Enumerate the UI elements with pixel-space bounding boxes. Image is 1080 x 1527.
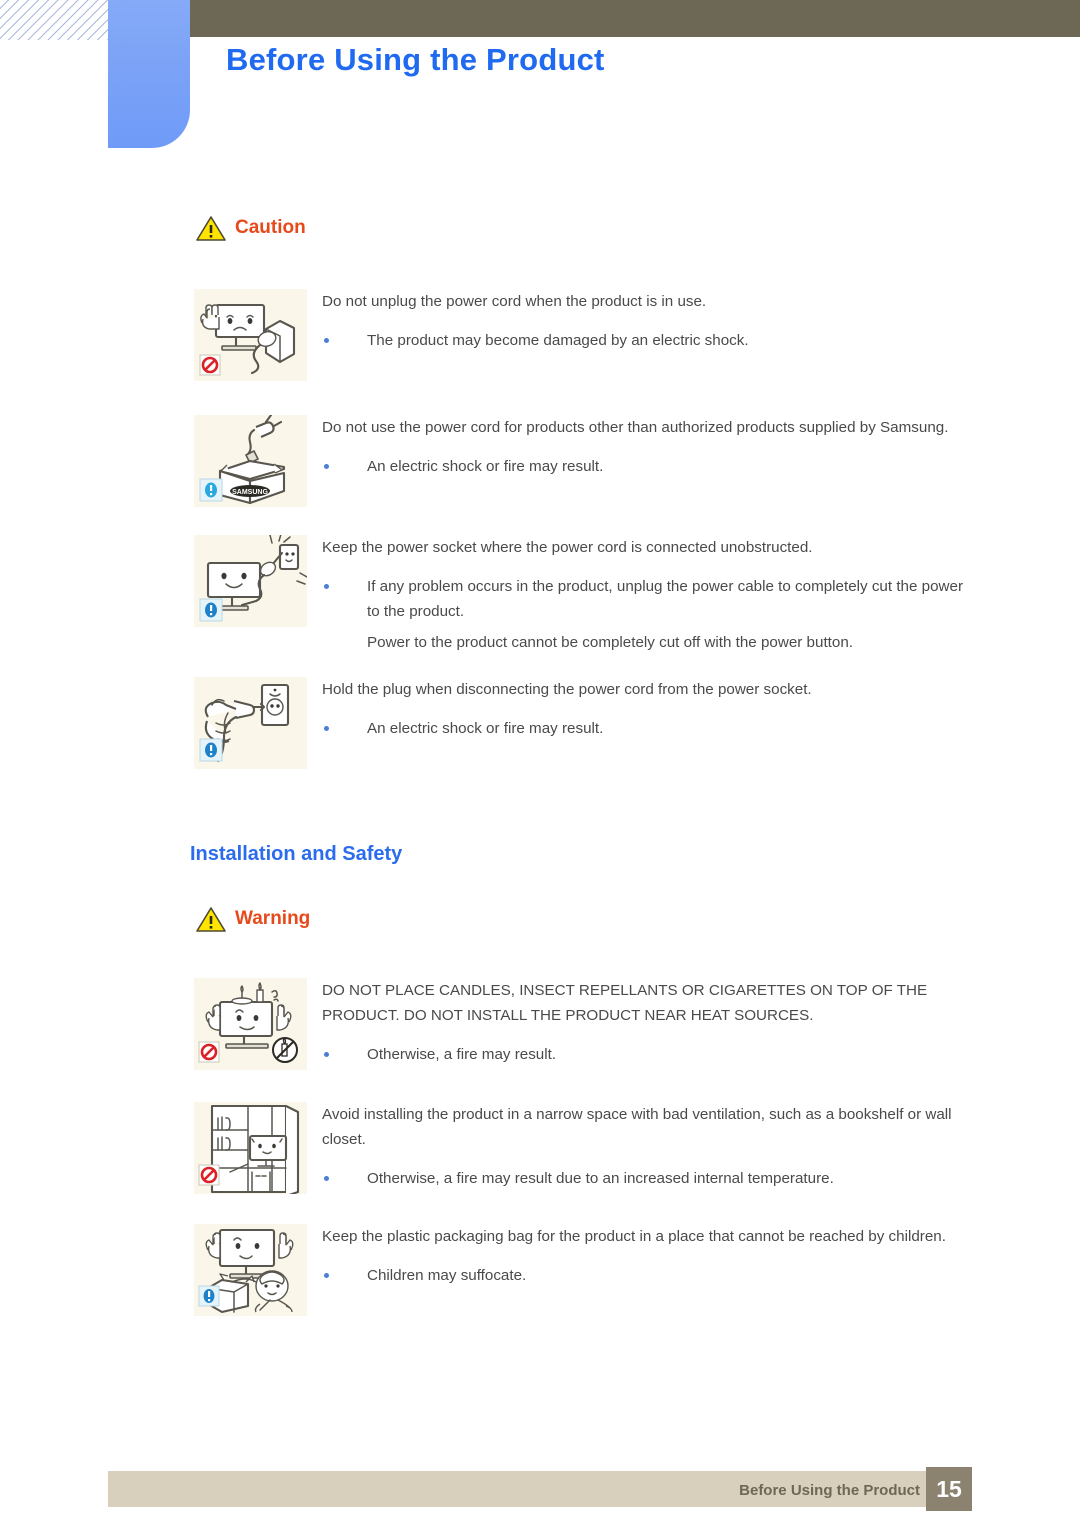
safety-item-lead: DO NOT PLACE CANDLES, INSECT REPELLANTS …	[322, 982, 928, 1024]
header-olive-bar	[190, 0, 1080, 37]
plastic-bag-child-icon	[194, 1224, 307, 1316]
safety-item: SAMSUNG Do not use the power cord for pr…	[0, 415, 1080, 515]
safety-item-body: Keep the power socket where the power co…	[322, 535, 1080, 655]
safety-item: DO NOT PLACE CANDLES, INSECT REPELLANTS …	[0, 978, 1080, 1078]
safety-item: Keep the plastic packaging bag for the p…	[0, 1224, 1080, 1324]
monitor-in-bookshelf-prohibited-icon	[194, 1102, 307, 1194]
safety-item: Do not unplug the power cord when the pr…	[0, 289, 1080, 389]
safety-item-bullet: If any problem occurs in the product, un…	[322, 574, 970, 624]
header-hatch-pattern	[0, 0, 108, 40]
safety-item-lead: Do not use the power cord for products o…	[322, 419, 949, 436]
safety-item-body: DO NOT PLACE CANDLES, INSECT REPELLANTS …	[322, 978, 1080, 1067]
header-blue-tab	[108, 0, 190, 148]
safety-item: Keep the power socket where the power co…	[0, 535, 1080, 655]
safety-item: Hold the plug when disconnecting the pow…	[0, 677, 1080, 777]
bullet-text: Otherwise, a fire may result due to an i…	[367, 1170, 834, 1187]
footer-page-number: 15	[926, 1467, 972, 1511]
caution-heading: Caution	[196, 215, 1080, 241]
safety-item-body: Avoid installing the product in a narrow…	[322, 1102, 1080, 1191]
page-title: Before Using the Product	[226, 42, 605, 77]
bullet-text: An electric shock or fire may result.	[367, 720, 604, 737]
bullet-text: If any problem occurs in the product, un…	[367, 578, 964, 620]
hand-holding-plug-icon	[194, 677, 307, 769]
safety-item-lead: Avoid installing the product in a narrow…	[322, 1106, 952, 1148]
caution-label: Caution	[235, 217, 306, 238]
safety-item-body: Keep the plastic packaging bag for the p…	[322, 1224, 1080, 1288]
warning-heading: Warning	[196, 906, 1080, 932]
safety-item-body: Do not use the power cord for products o…	[322, 415, 1080, 479]
safety-item-bullet: Otherwise, a fire may result due to an i…	[322, 1166, 970, 1191]
bullet-dot	[324, 584, 329, 589]
safety-item-note: Power to the product cannot be completel…	[367, 634, 854, 651]
safety-item-body: Hold the plug when disconnecting the pow…	[322, 677, 1080, 741]
plug-samsung-box-icon: SAMSUNG	[194, 415, 307, 507]
safety-item-lead: Do not unplug the power cord when the pr…	[322, 293, 707, 310]
warning-triangle-icon	[196, 907, 226, 932]
safety-item-bullet: An electric shock or fire may result.	[322, 454, 970, 479]
footer-label: Before Using the Product	[739, 1482, 920, 1499]
bullet-dot	[324, 726, 329, 731]
safety-item-lead: Keep the power socket where the power co…	[322, 539, 813, 556]
monitor-unplug-prohibited-icon	[194, 289, 307, 381]
safety-item-bullet: An electric shock or fire may result.	[322, 716, 970, 741]
bullet-dot	[324, 1176, 329, 1181]
page-content: Caution Do not unplug the power cord whe…	[0, 215, 1080, 1338]
safety-item-lead: Hold the plug when disconnecting the pow…	[322, 681, 812, 698]
candles-on-monitor-prohibited-icon	[194, 978, 307, 1070]
warning-triangle-icon	[196, 216, 226, 241]
bullet-text: Children may suffocate.	[367, 1267, 527, 1284]
safety-item-lead: Keep the plastic packaging bag for the p…	[322, 1228, 946, 1245]
bullet-dot	[324, 1273, 329, 1278]
bullet-dot	[324, 1052, 329, 1057]
bullet-text: Otherwise, a fire may result.	[367, 1046, 557, 1063]
safety-item: Avoid installing the product in a narrow…	[0, 1102, 1080, 1202]
bullet-text: The product may become damaged by an ele…	[367, 332, 749, 349]
safety-item-bullet: The product may become damaged by an ele…	[322, 328, 970, 353]
monitor-socket-unobstructed-icon	[194, 535, 307, 627]
svg-text:SAMSUNG: SAMSUNG	[232, 489, 268, 496]
bullet-dot	[324, 464, 329, 469]
safety-item-body: Do not unplug the power cord when the pr…	[322, 289, 1080, 353]
section-heading-installation-and-safety: Installation and Safety	[190, 843, 403, 865]
safety-item-bullet: Children may suffocate.	[322, 1263, 970, 1288]
bullet-text: An electric shock or fire may result.	[367, 458, 604, 475]
safety-item-bullet: Otherwise, a fire may result.	[322, 1042, 970, 1067]
bullet-dot	[324, 338, 329, 343]
warning-label: Warning	[235, 908, 311, 929]
